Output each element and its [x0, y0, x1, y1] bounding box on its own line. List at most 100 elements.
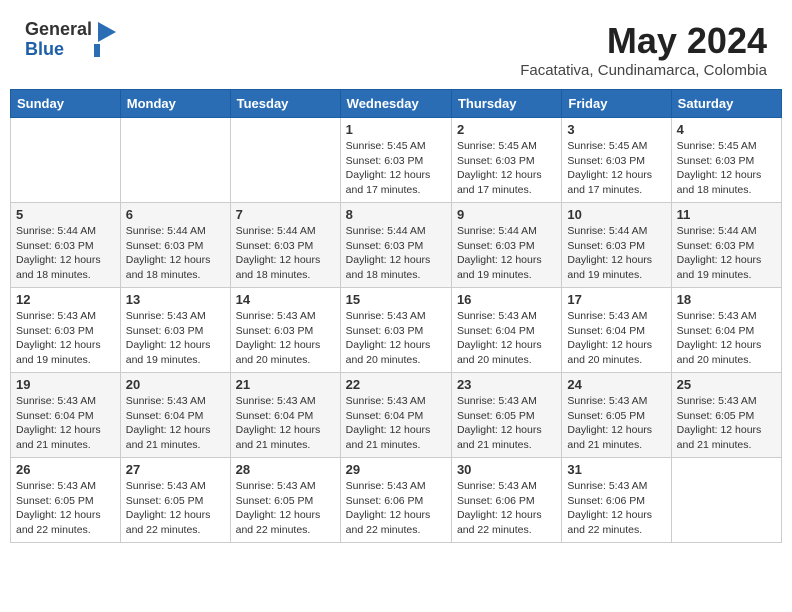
calendar-cell: 9 Sunrise: 5:44 AM Sunset: 6:03 PM Daylig…	[451, 203, 561, 288]
logo: General Blue	[25, 20, 116, 60]
day-number: 22	[346, 377, 446, 392]
calendar-cell: 15Sunrise: 5:43 AM Sunset: 6:03 PM Dayli…	[340, 288, 451, 373]
day-info: Sunrise: 5:43 AM Sunset: 6:05 PM Dayligh…	[457, 394, 556, 453]
calendar-cell: 31 Sunrise: 5:43 AM Sunset: 6:06 PM Dayli…	[562, 458, 671, 543]
calendar-header-wednesday: Wednesday	[340, 90, 451, 118]
calendar-cell: 21 Sunrise: 5:43 AM Sunset: 6:04 PM Dayli…	[230, 373, 340, 458]
header: General Blue May 2024 Facatativa, Cundin…	[10, 10, 782, 84]
day-info: Sunrise: 5:43 AM Sunset: 6:03 PM Dayligh…	[346, 309, 446, 368]
calendar-cell: 28 Sunrise: 5:43 AM Sunset: 6:05 PM Dayli…	[230, 458, 340, 543]
day-number: 12	[16, 292, 115, 307]
calendar-header-friday: Friday	[562, 90, 671, 118]
day-number: 24	[567, 377, 665, 392]
day-number: 7	[236, 207, 335, 222]
day-info: Sunrise: 5:44 AM Sunset: 6:03 PM Dayligh…	[677, 224, 776, 283]
calendar-cell	[230, 118, 340, 203]
calendar-cell: 8 Sunrise: 5:44 AM Sunset: 6:03 PM Daylig…	[340, 203, 451, 288]
day-number: 16	[457, 292, 556, 307]
calendar-cell: 1 Sunrise: 5:45 AM Sunset: 6:03 PM Daylig…	[340, 118, 451, 203]
day-number: 8	[346, 207, 446, 222]
calendar-cell: 17Sunrise: 5:43 AM Sunset: 6:04 PM Dayli…	[562, 288, 671, 373]
day-number: 18	[677, 292, 776, 307]
day-number: 17	[567, 292, 665, 307]
calendar-cell: 30 Sunrise: 5:43 AM Sunset: 6:06 PM Dayli…	[451, 458, 561, 543]
day-info: Sunrise: 5:44 AM Sunset: 6:03 PM Dayligh…	[567, 224, 665, 283]
day-info: Sunrise: 5:43 AM Sunset: 6:06 PM Dayligh…	[346, 479, 446, 538]
day-number: 3	[567, 122, 665, 137]
day-info: Sunrise: 5:44 AM Sunset: 6:03 PM Dayligh…	[346, 224, 446, 283]
day-info: Sunrise: 5:43 AM Sunset: 6:04 PM Dayligh…	[16, 394, 115, 453]
calendar-cell	[11, 118, 121, 203]
calendar-cell: 12 Sunrise: 5:43 AM Sunset: 6:03 PM Dayli…	[11, 288, 121, 373]
day-number: 30	[457, 462, 556, 477]
calendar-cell	[671, 458, 781, 543]
calendar-cell: 6Sunrise: 5:44 AM Sunset: 6:03 PM Daylig…	[120, 203, 230, 288]
calendar-header-sunday: Sunday	[11, 90, 121, 118]
day-number: 13	[126, 292, 225, 307]
calendar-week-2: 5 Sunrise: 5:44 AM Sunset: 6:03 PM Daylig…	[11, 203, 782, 288]
calendar-cell	[120, 118, 230, 203]
day-info: Sunrise: 5:43 AM Sunset: 6:05 PM Dayligh…	[677, 394, 776, 453]
day-info: Sunrise: 5:43 AM Sunset: 6:04 PM Dayligh…	[677, 309, 776, 368]
day-info: Sunrise: 5:43 AM Sunset: 6:05 PM Dayligh…	[236, 479, 335, 538]
logo-icon	[94, 22, 116, 57]
calendar-cell: 27Sunrise: 5:43 AM Sunset: 6:05 PM Dayli…	[120, 458, 230, 543]
day-info: Sunrise: 5:43 AM Sunset: 6:03 PM Dayligh…	[126, 309, 225, 368]
day-info: Sunrise: 5:44 AM Sunset: 6:03 PM Dayligh…	[457, 224, 556, 283]
calendar-table: SundayMondayTuesdayWednesdayThursdayFrid…	[10, 89, 782, 543]
day-number: 28	[236, 462, 335, 477]
calendar-cell: 16 Sunrise: 5:43 AM Sunset: 6:04 PM Dayli…	[451, 288, 561, 373]
calendar-cell: 18 Sunrise: 5:43 AM Sunset: 6:04 PM Dayli…	[671, 288, 781, 373]
day-info: Sunrise: 5:43 AM Sunset: 6:04 PM Dayligh…	[236, 394, 335, 453]
day-number: 26	[16, 462, 115, 477]
calendar-header-thursday: Thursday	[451, 90, 561, 118]
calendar-week-5: 26 Sunrise: 5:43 AM Sunset: 6:05 PM Dayli…	[11, 458, 782, 543]
day-number: 29	[346, 462, 446, 477]
day-info: Sunrise: 5:43 AM Sunset: 6:06 PM Dayligh…	[457, 479, 556, 538]
day-number: 10	[567, 207, 665, 222]
calendar-cell: 13 Sunrise: 5:43 AM Sunset: 6:03 PM Dayli…	[120, 288, 230, 373]
day-info: Sunrise: 5:43 AM Sunset: 6:04 PM Dayligh…	[346, 394, 446, 453]
day-number: 6	[126, 207, 225, 222]
calendar-cell: 23 Sunrise: 5:43 AM Sunset: 6:05 PM Dayli…	[451, 373, 561, 458]
day-info: Sunrise: 5:44 AM Sunset: 6:03 PM Dayligh…	[16, 224, 115, 283]
calendar-cell: 19Sunrise: 5:43 AM Sunset: 6:04 PM Dayli…	[11, 373, 121, 458]
day-number: 9	[457, 207, 556, 222]
day-number: 25	[677, 377, 776, 392]
calendar-header-row: SundayMondayTuesdayWednesdayThursdayFrid…	[11, 90, 782, 118]
calendar-header-tuesday: Tuesday	[230, 90, 340, 118]
day-number: 1	[346, 122, 446, 137]
day-number: 27	[126, 462, 225, 477]
day-info: Sunrise: 5:45 AM Sunset: 6:03 PM Dayligh…	[346, 139, 446, 198]
day-number: 21	[236, 377, 335, 392]
day-number: 31	[567, 462, 665, 477]
day-info: Sunrise: 5:43 AM Sunset: 6:06 PM Dayligh…	[567, 479, 665, 538]
day-number: 4	[677, 122, 776, 137]
day-number: 20	[126, 377, 225, 392]
day-info: Sunrise: 5:43 AM Sunset: 6:03 PM Dayligh…	[16, 309, 115, 368]
calendar-cell: 29 Sunrise: 5:43 AM Sunset: 6:06 PM Dayli…	[340, 458, 451, 543]
day-number: 2	[457, 122, 556, 137]
day-info: Sunrise: 5:43 AM Sunset: 6:04 PM Dayligh…	[457, 309, 556, 368]
calendar-cell: 20Sunrise: 5:43 AM Sunset: 6:04 PM Dayli…	[120, 373, 230, 458]
calendar-cell: 25 Sunrise: 5:43 AM Sunset: 6:05 PM Dayli…	[671, 373, 781, 458]
calendar-week-3: 12 Sunrise: 5:43 AM Sunset: 6:03 PM Dayli…	[11, 288, 782, 373]
logo-blue: Blue	[25, 40, 92, 60]
day-info: Sunrise: 5:45 AM Sunset: 6:03 PM Dayligh…	[457, 139, 556, 198]
calendar-cell: 24Sunrise: 5:43 AM Sunset: 6:05 PM Dayli…	[562, 373, 671, 458]
day-info: Sunrise: 5:45 AM Sunset: 6:03 PM Dayligh…	[567, 139, 665, 198]
calendar-cell: 3 Sunrise: 5:45 AM Sunset: 6:03 PM Daylig…	[562, 118, 671, 203]
calendar-cell: 10 Sunrise: 5:44 AM Sunset: 6:03 PM Dayli…	[562, 203, 671, 288]
calendar-header-monday: Monday	[120, 90, 230, 118]
calendar-cell: 14Sunrise: 5:43 AM Sunset: 6:03 PM Dayli…	[230, 288, 340, 373]
calendar-header-saturday: Saturday	[671, 90, 781, 118]
month-year: May 2024	[520, 20, 767, 62]
location: Facatativa, Cundinamarca, Colombia	[520, 62, 767, 79]
title-section: May 2024 Facatativa, Cundinamarca, Colom…	[520, 20, 767, 79]
day-info: Sunrise: 5:44 AM Sunset: 6:03 PM Dayligh…	[236, 224, 335, 283]
day-number: 5	[16, 207, 115, 222]
calendar-week-4: 19Sunrise: 5:43 AM Sunset: 6:04 PM Dayli…	[11, 373, 782, 458]
calendar-cell: 5 Sunrise: 5:44 AM Sunset: 6:03 PM Daylig…	[11, 203, 121, 288]
day-number: 14	[236, 292, 335, 307]
day-number: 23	[457, 377, 556, 392]
